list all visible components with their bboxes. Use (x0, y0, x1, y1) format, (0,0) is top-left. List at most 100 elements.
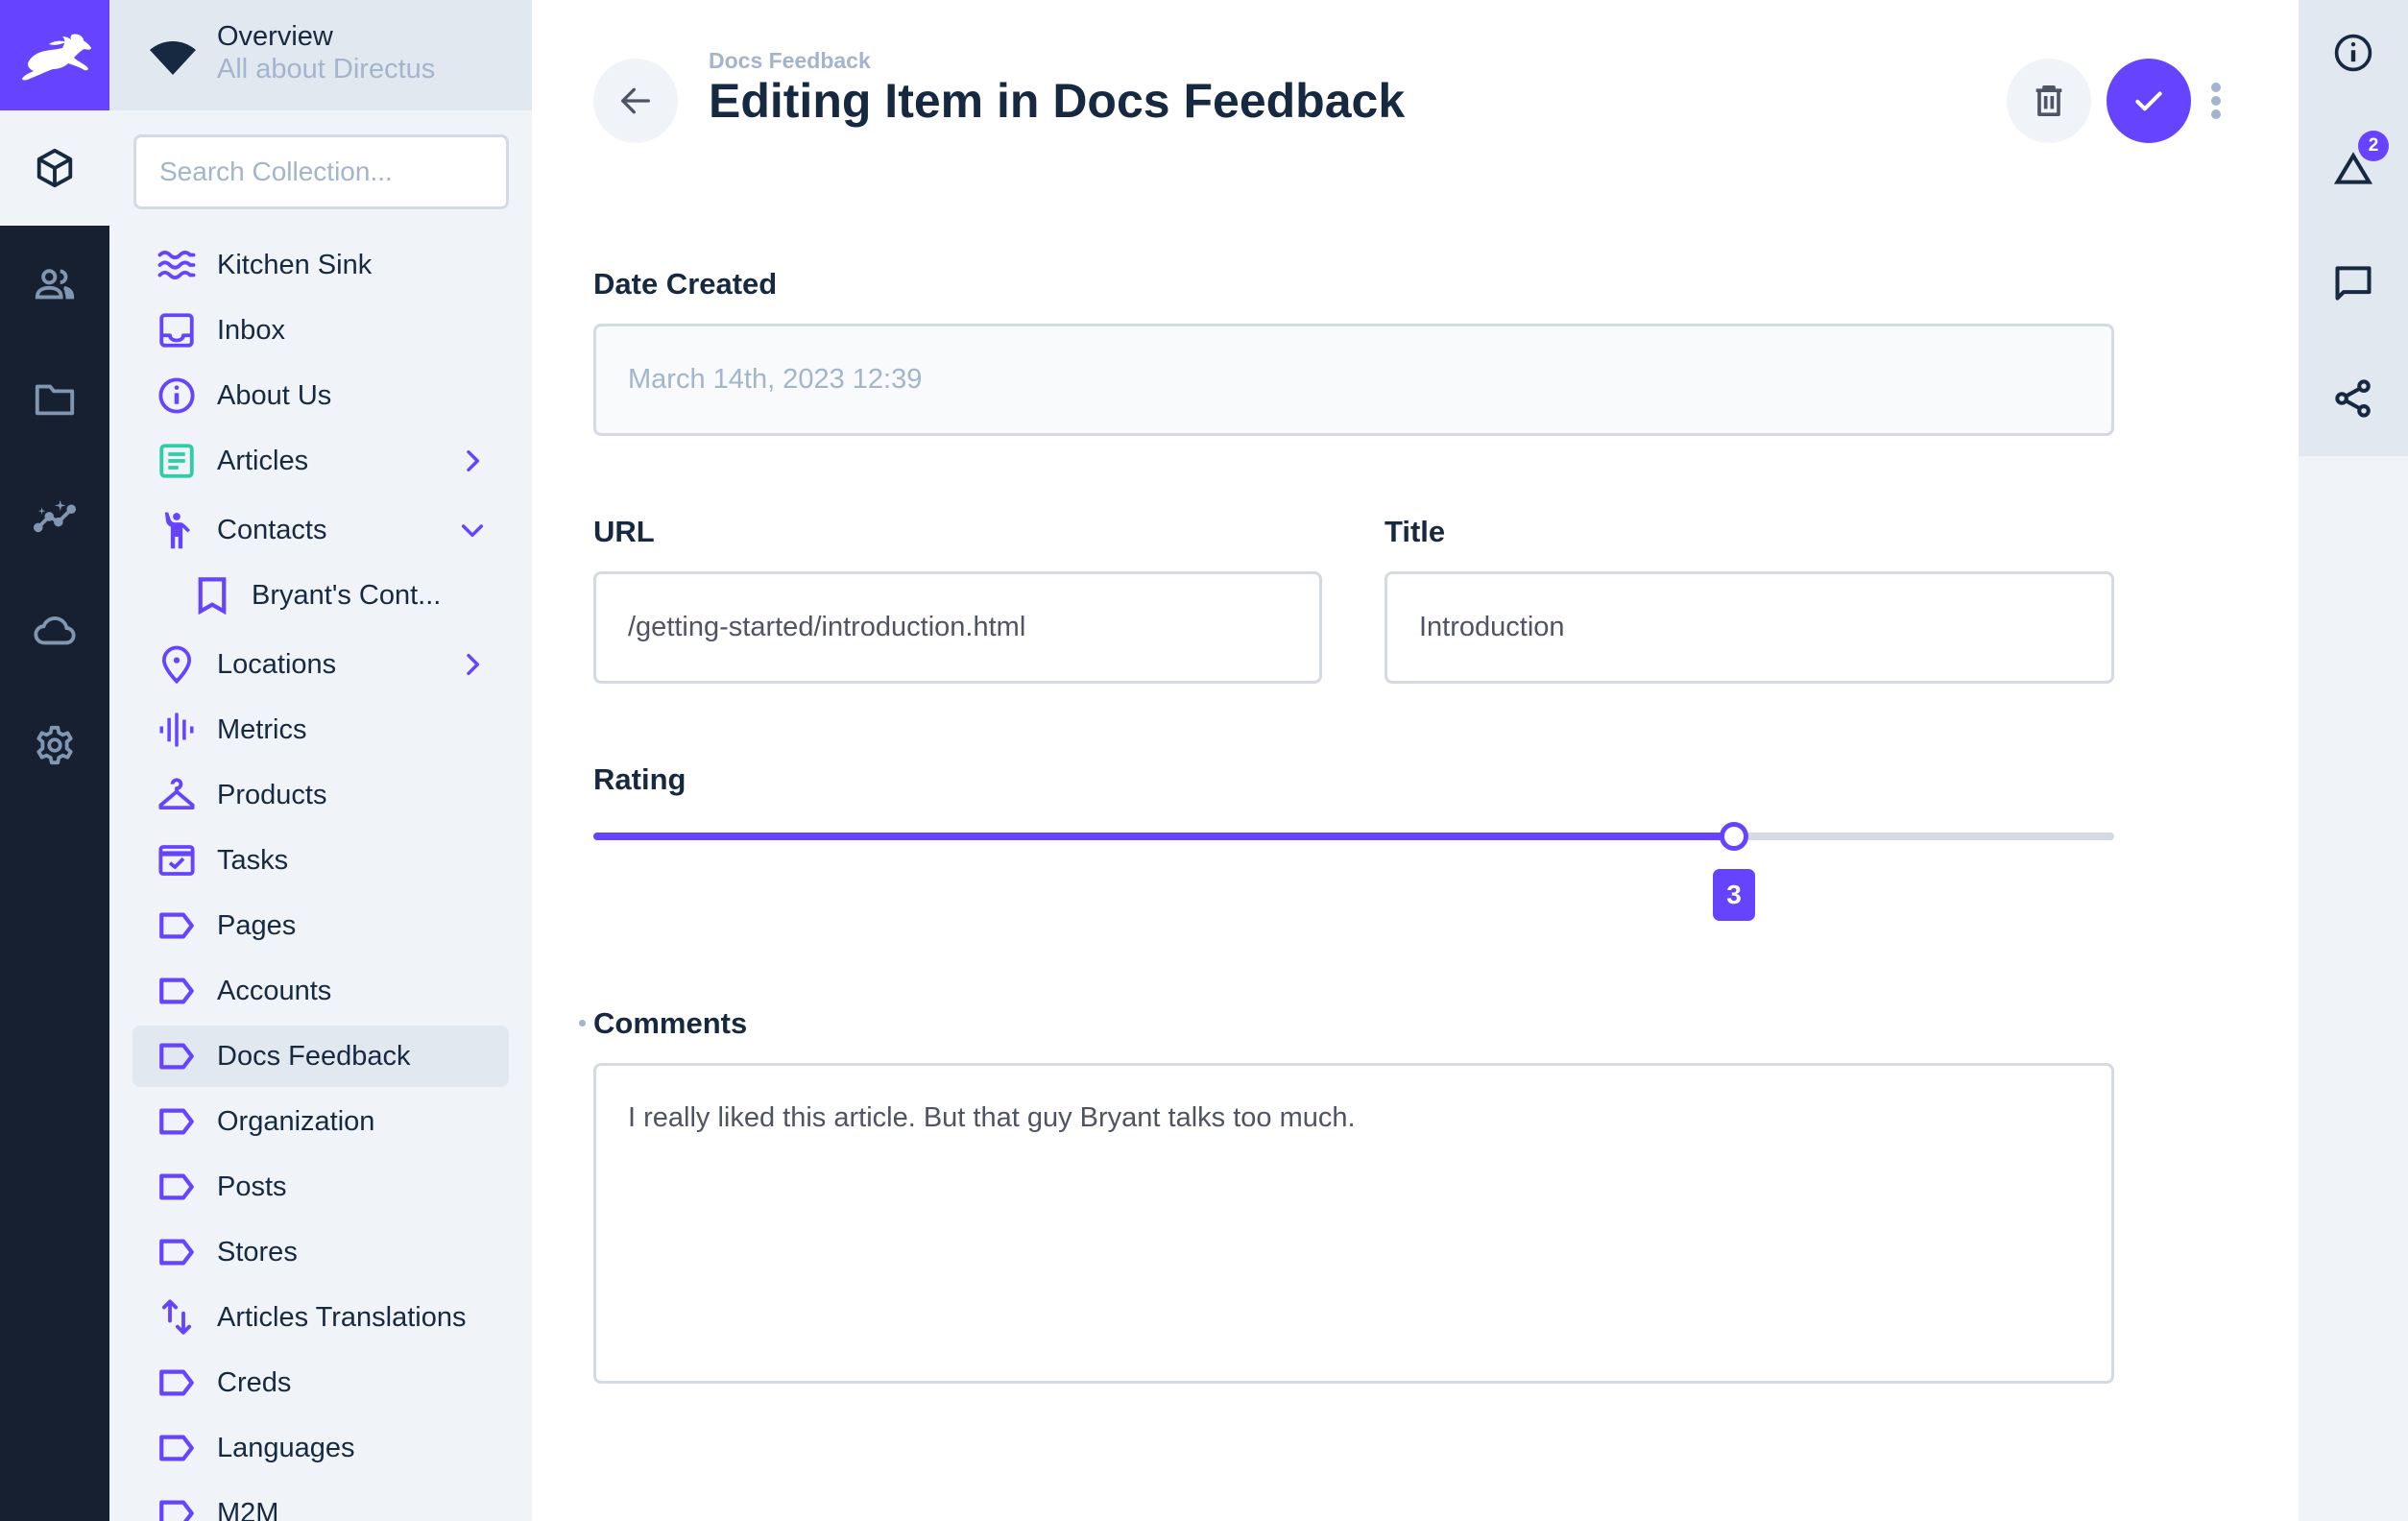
sidebar-item-pages[interactable]: Pages (132, 895, 509, 956)
graphic-eq-icon (157, 710, 197, 750)
sidebar-item-stores[interactable]: Stores (132, 1221, 509, 1283)
sidebar-item-creds[interactable]: Creds (132, 1352, 509, 1413)
module-files[interactable] (0, 342, 109, 457)
wifi-signal-icon (148, 36, 198, 75)
date-created-label: Date Created (593, 267, 777, 302)
project-header[interactable]: Overview All about Directus (109, 0, 532, 110)
info-sidebar-button[interactable] (2299, 0, 2408, 106)
logo[interactable] (0, 0, 109, 110)
sidebar-item-about-us[interactable]: About Us (132, 365, 509, 426)
module-settings[interactable] (0, 688, 109, 803)
revisions-sidebar-button[interactable]: 2 (2299, 115, 2408, 221)
title-field[interactable]: Introduction (1385, 571, 2114, 684)
event-available-icon (157, 840, 197, 881)
module-insights[interactable] (0, 457, 109, 572)
rating-label: Rating (593, 762, 686, 797)
sidebar-item-label: Pages (217, 910, 296, 942)
field-indicator-dot (579, 1020, 586, 1026)
sidebar-item-bryant-s-cont[interactable]: Bryant's Cont... (132, 565, 509, 626)
title-value: Introduction (1419, 612, 1565, 643)
main-content: Docs Feedback Editing Item in Docs Feedb… (532, 0, 2299, 1521)
delete-button[interactable] (2007, 59, 2091, 143)
sidebar-item-contacts[interactable]: Contacts (132, 499, 509, 561)
more-vertical-icon[interactable] (2206, 82, 2226, 120)
sidebar-right: 2 (2299, 0, 2408, 1521)
sidebar-item-locations[interactable]: Locations (132, 634, 509, 695)
hanger-icon (157, 775, 197, 815)
sidebar-item-label: Organization (217, 1106, 374, 1138)
back-button[interactable] (593, 59, 678, 143)
sidebar-item-label: Accounts (217, 976, 331, 1007)
rating-slider-fill (593, 833, 1734, 840)
module-cloud[interactable] (0, 572, 109, 688)
arrow-back-icon (616, 82, 655, 120)
insights-icon (33, 493, 77, 537)
rating-slider-thumb[interactable] (1720, 822, 1748, 851)
sidebar-item-articles[interactable]: Articles (132, 430, 509, 492)
comments-sidebar-button[interactable] (2299, 230, 2408, 336)
chevron-right-icon[interactable] (457, 446, 488, 476)
comments-textarea[interactable]: I really liked this article. But that gu… (593, 1063, 2114, 1384)
sidebar-item-products[interactable]: Products (132, 764, 509, 826)
import-export-icon (157, 1297, 197, 1338)
sidebar-item-posts[interactable]: Posts (132, 1156, 509, 1218)
revisions-count-badge: 2 (2358, 131, 2389, 161)
comment-icon (2332, 262, 2374, 304)
share-sidebar-button[interactable] (2299, 346, 2408, 451)
url-value: /getting-started/introduction.html (628, 612, 1025, 643)
module-content[interactable] (0, 110, 109, 226)
sidebar-item-label: Creds (217, 1367, 291, 1399)
comments-label: Comments (593, 1006, 747, 1041)
info-icon (2332, 32, 2374, 74)
date-created-field: March 14th, 2023 12:39 (593, 324, 2114, 436)
sidebar-item-articles-translations[interactable]: Articles Translations (132, 1287, 509, 1348)
chevron-right-icon[interactable] (457, 649, 488, 680)
article-icon (157, 441, 197, 481)
label-icon (157, 1493, 197, 1521)
chevron-down-icon[interactable] (457, 515, 488, 545)
sidebar-item-m2m[interactable]: M2M (132, 1483, 509, 1521)
rating-slider[interactable]: 3 (593, 833, 2114, 840)
sidebar-item-docs-feedback[interactable]: Docs Feedback (132, 1026, 509, 1087)
users-icon (33, 262, 77, 306)
trash-icon (2030, 82, 2068, 120)
breadcrumb[interactable]: Docs Feedback (709, 48, 871, 74)
share-icon (2332, 377, 2374, 420)
comments-value: I really liked this article. But that gu… (628, 1102, 1356, 1133)
bookmark-icon (192, 575, 232, 616)
rating-value-badge: 3 (1713, 869, 1755, 921)
sidebar-item-tasks[interactable]: Tasks (132, 830, 509, 891)
directus-rabbit-logo-icon (14, 29, 95, 83)
sidebar-item-accounts[interactable]: Accounts (132, 960, 509, 1022)
navigation-sidebar: Overview All about Directus Kitchen Sink… (109, 0, 532, 1521)
label-icon (157, 1036, 197, 1076)
sidebar-item-label: Languages (217, 1433, 355, 1464)
label-icon (157, 1167, 197, 1207)
gear-icon (33, 723, 77, 767)
cloud-icon (33, 608, 77, 652)
label-icon (157, 905, 197, 946)
sidebar-item-languages[interactable]: Languages (132, 1417, 509, 1479)
date-created-value: March 14th, 2023 12:39 (628, 364, 922, 396)
sidebar-item-kitchen-sink[interactable]: Kitchen Sink (132, 234, 509, 296)
sidebar-item-inbox[interactable]: Inbox (132, 300, 509, 361)
sidebar-item-metrics[interactable]: Metrics (132, 699, 509, 760)
module-users[interactable] (0, 227, 109, 342)
person-waving-icon (157, 510, 197, 550)
inbox-icon (157, 310, 197, 350)
label-icon (157, 1232, 197, 1272)
waves-icon (157, 245, 197, 285)
sidebar-item-label: Bryant's Cont... (252, 580, 441, 612)
sidebar-item-organization[interactable]: Organization (132, 1091, 509, 1152)
project-subtitle: All about Directus (217, 54, 435, 85)
url-field[interactable]: /getting-started/introduction.html (593, 571, 1322, 684)
label-icon (157, 1101, 197, 1142)
sidebar-item-label: Inbox (217, 315, 285, 347)
save-button[interactable] (2107, 59, 2191, 143)
check-icon (2130, 82, 2168, 120)
search-collection-input[interactable] (133, 134, 509, 209)
label-icon (157, 1428, 197, 1468)
sidebar-item-label: Articles Translations (217, 1302, 467, 1334)
cube-icon (33, 146, 77, 190)
sidebar-item-label: Docs Feedback (217, 1041, 411, 1073)
